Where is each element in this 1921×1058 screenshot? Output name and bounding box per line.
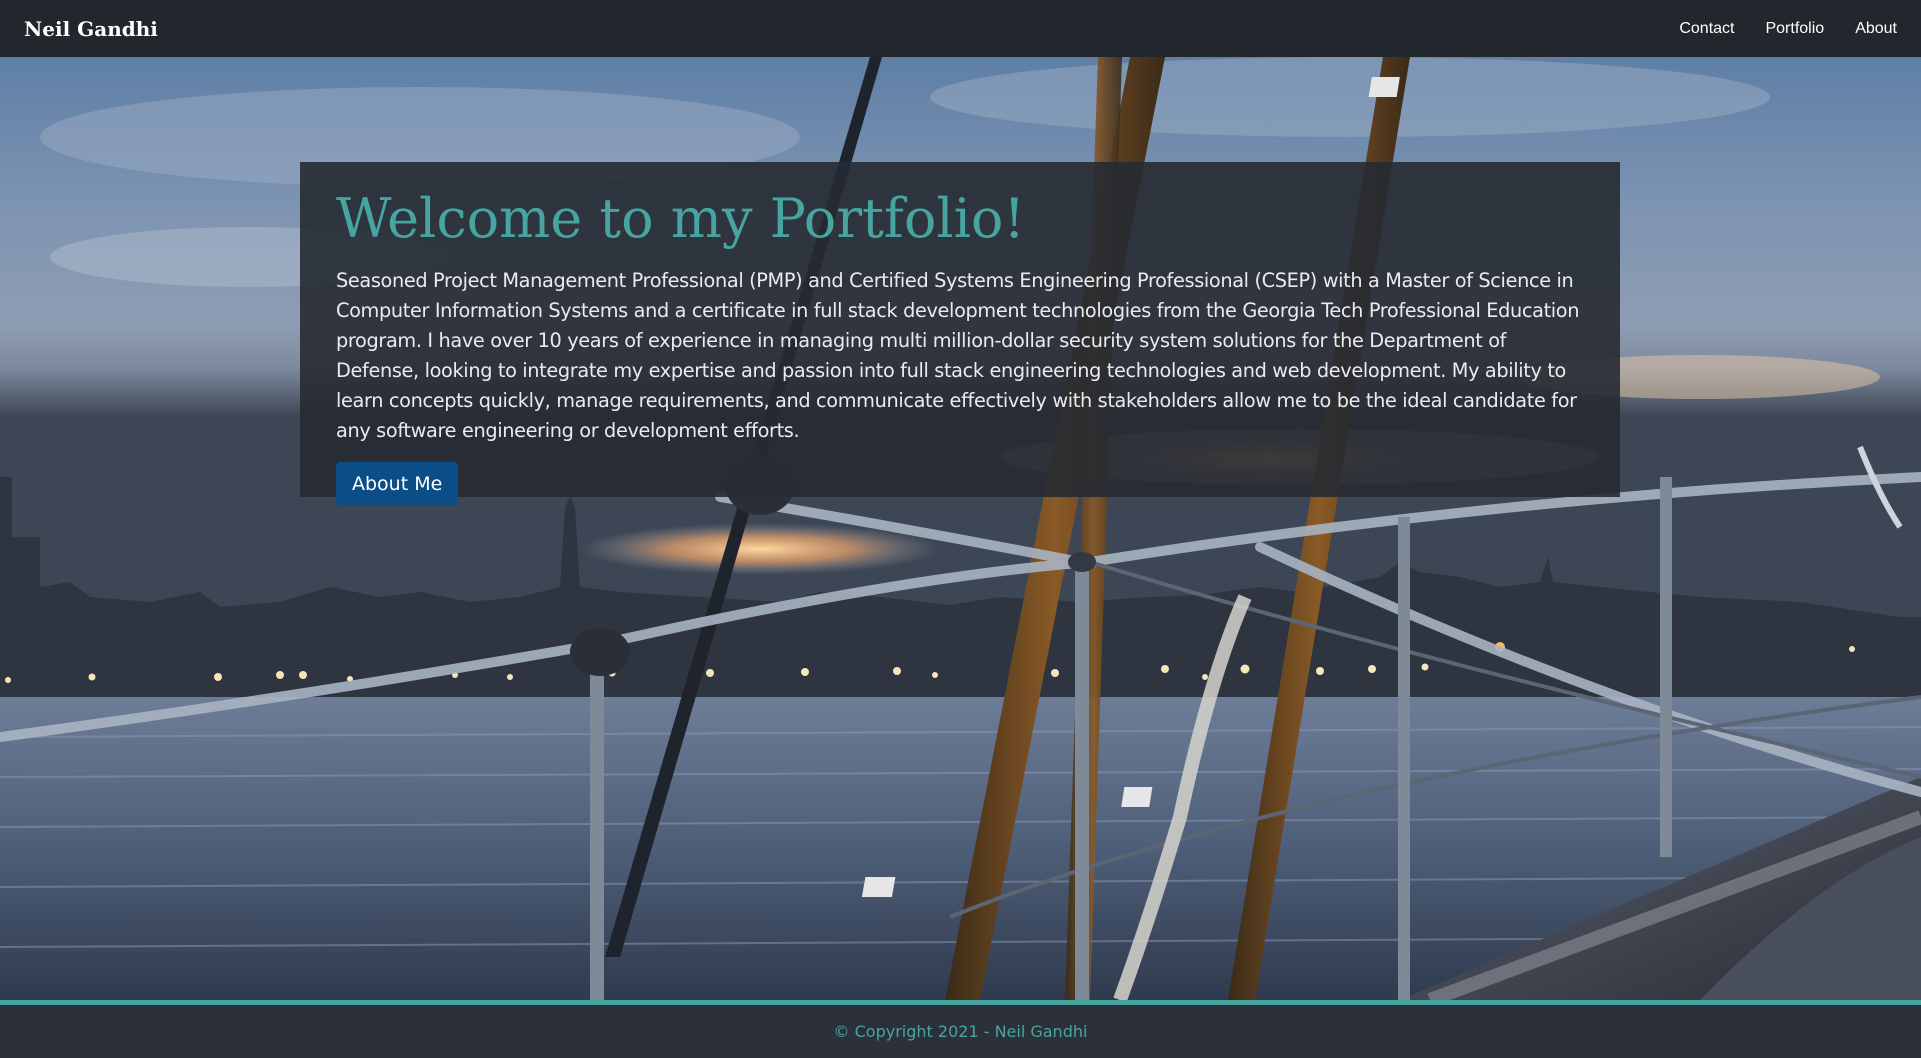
hero-section: Welcome to my Portfolio! Seasoned Projec… <box>0 57 1921 1000</box>
copyright-text: © Copyright 2021 - Neil Gandhi <box>833 1022 1088 1041</box>
about-me-button[interactable]: About Me <box>336 461 459 506</box>
brand-link[interactable]: Neil Gandhi <box>24 17 158 41</box>
footer: © Copyright 2021 - Neil Gandhi <box>0 1000 1921 1058</box>
nav-links: Contact Portfolio About <box>1679 20 1897 38</box>
page-title: Welcome to my Portfolio! <box>336 187 1026 250</box>
navbar: Neil Gandhi Contact Portfolio About <box>0 0 1921 57</box>
intro-paragraph: Seasoned Project Management Professional… <box>336 268 1580 442</box>
nav-link-contact[interactable]: Contact <box>1679 20 1734 38</box>
nav-link-portfolio[interactable]: Portfolio <box>1765 20 1824 38</box>
nav-link-about[interactable]: About <box>1855 20 1897 38</box>
welcome-card: Welcome to my Portfolio! Seasoned Projec… <box>300 162 1620 506</box>
